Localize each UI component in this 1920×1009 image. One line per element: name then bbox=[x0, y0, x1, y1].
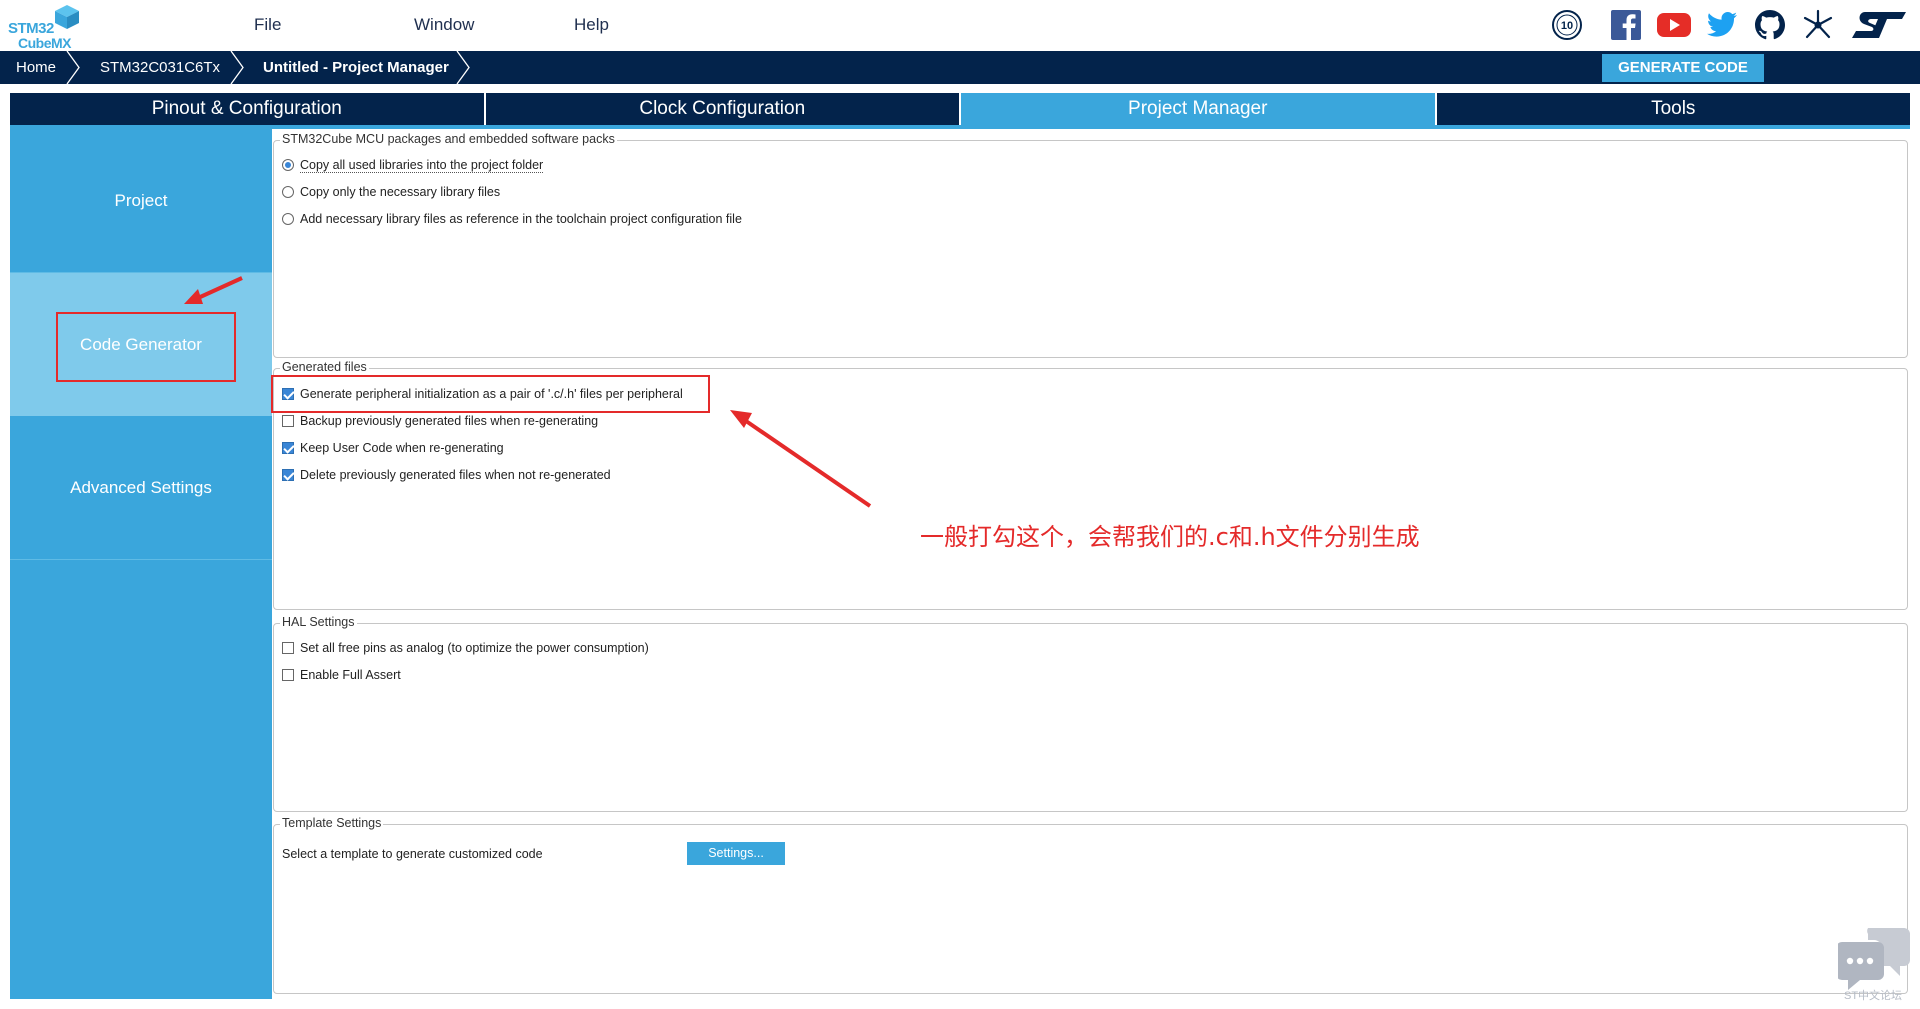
red-arrow-icon bbox=[730, 410, 872, 508]
annotation-arrows bbox=[184, 276, 872, 508]
watermark-text: ST中文论坛 bbox=[1844, 990, 1903, 1002]
annotation-text: 一般打勾这个，会帮我们的.c和.h文件分别生成 bbox=[920, 523, 1420, 551]
red-arrow-icon bbox=[184, 276, 243, 304]
